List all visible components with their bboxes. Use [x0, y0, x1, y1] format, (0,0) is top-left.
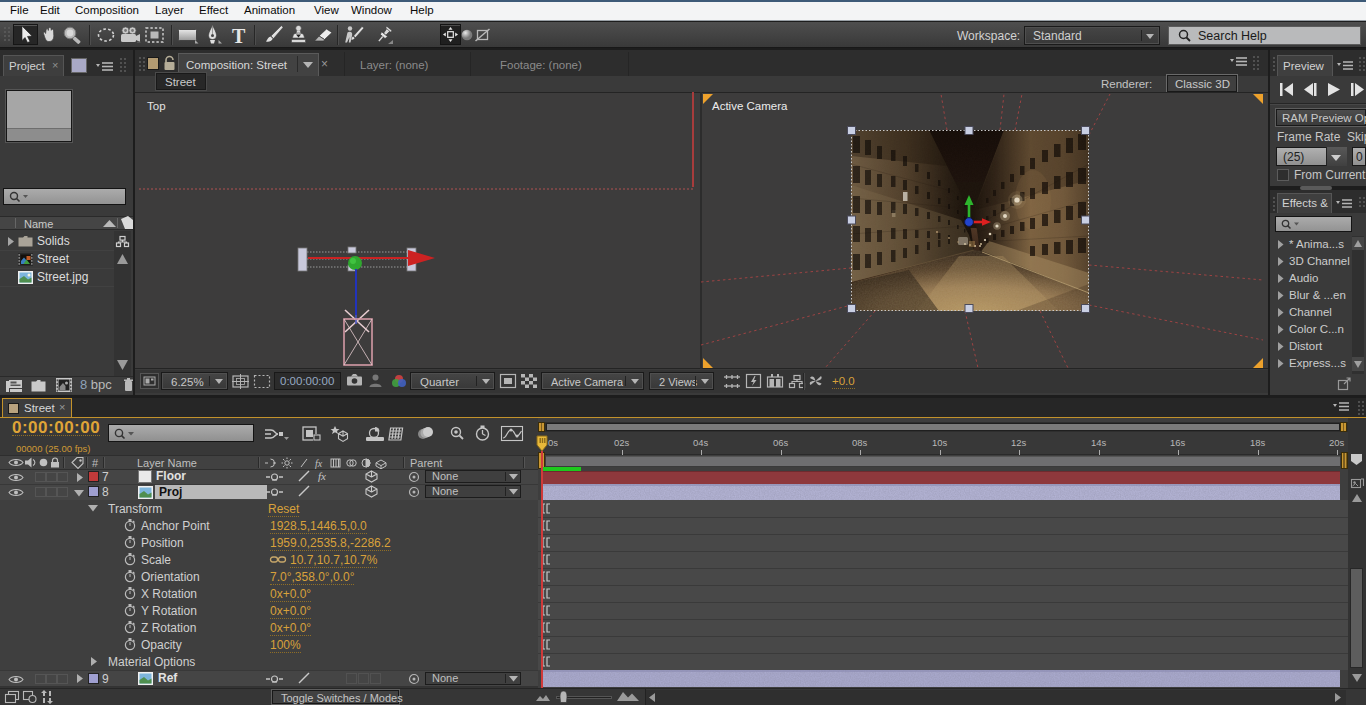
svg-text:fx: fx [315, 458, 323, 469]
